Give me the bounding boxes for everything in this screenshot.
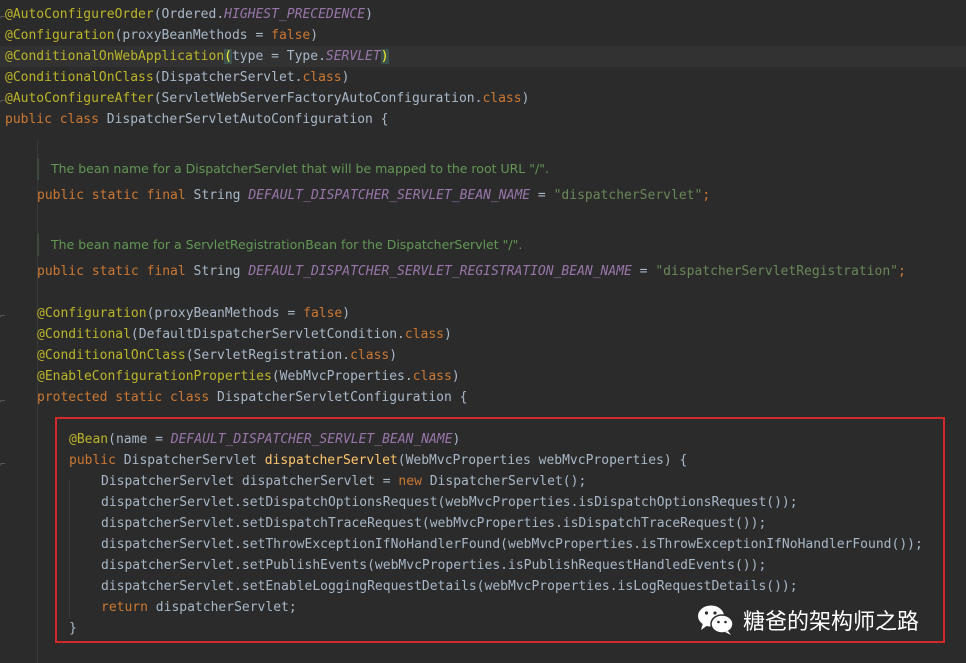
code-line: protected static class DispatcherServlet… <box>37 390 468 405</box>
code-line: public class DispatcherServletAutoConfig… <box>5 112 389 127</box>
annotation: @ConditionalOnWebApplication <box>5 49 225 64</box>
wechat-icon <box>697 604 735 636</box>
annotation: @Configuration <box>37 306 147 321</box>
annotation: @EnableConfigurationProperties <box>37 369 272 384</box>
code-line-current: @ConditionalOnWebApplication(type = Type… <box>0 46 966 67</box>
javadoc-comment: The bean name for a DispatcherServlet th… <box>37 158 549 180</box>
code-line: public static final String DEFAULT_DISPA… <box>37 188 711 203</box>
fold-marker-icon[interactable]: ⌐ <box>0 461 6 470</box>
annotation: @Conditional <box>37 327 131 342</box>
watermark-text: 糖爸的架构师之路 <box>743 610 920 635</box>
code-line: @EnableConfigurationProperties(WebMvcPro… <box>37 369 460 384</box>
matched-bracket: ) <box>380 49 389 64</box>
matched-bracket: ( <box>224 49 232 64</box>
annotation: @ConditionalOnClass <box>5 70 154 85</box>
code-line: @ConditionalOnClass(ServletRegistration.… <box>37 348 398 363</box>
annotation: @Configuration <box>5 28 115 43</box>
annotation: @ConditionalOnClass <box>37 348 186 363</box>
code-line: @AutoConfigureAfter(ServletWebServerFact… <box>5 91 530 106</box>
watermark: 糖爸的架构师之路 <box>697 600 919 640</box>
javadoc-comment: The bean name for a ServletRegistrationB… <box>37 234 522 256</box>
annotation: @AutoConfigureOrder <box>5 7 154 22</box>
fold-marker-icon[interactable]: ⌐ <box>0 313 6 322</box>
code-line: @AutoConfigureOrder(Ordered.HIGHEST_PREC… <box>5 7 373 22</box>
code-line: @Configuration(proxyBeanMethods = false) <box>5 28 319 43</box>
fold-marker-icon[interactable]: ⌐ <box>0 398 6 407</box>
annotation: @AutoConfigureAfter <box>5 91 154 106</box>
code-line: public static final String DEFAULT_DISPA… <box>37 264 906 279</box>
code-line: @Conditional(DefaultDispatcherServletCon… <box>37 327 452 342</box>
code-line: @ConditionalOnClass(DispatcherServlet.cl… <box>5 70 350 85</box>
code-line: @Configuration(proxyBeanMethods = false) <box>37 306 351 321</box>
